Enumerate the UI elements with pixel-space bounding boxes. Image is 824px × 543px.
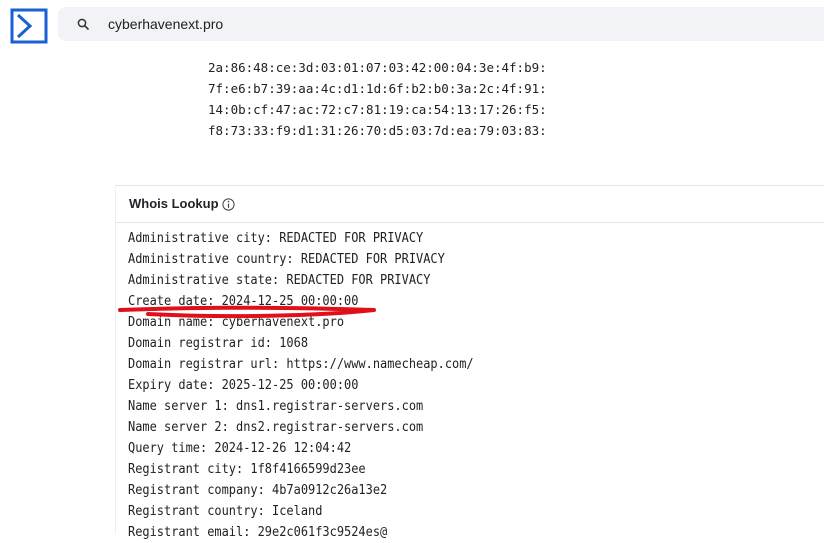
panel-divider — [115, 222, 824, 223]
whois-row: Administrative state: REDACTED FOR PRIVA… — [128, 273, 431, 288]
whois-row: Name server 1: dns1.registrar-servers.co… — [128, 399, 424, 414]
search-input[interactable]: cyberhavenext.pro — [108, 16, 223, 32]
whois-title: Whois Lookup — [129, 196, 219, 211]
whois-row: Create date: 2024-12-25 00:00:00 — [128, 294, 359, 309]
whois-row: Domain registrar url: https://www.namech… — [128, 357, 474, 372]
whois-row: Name server 2: dns2.registrar-servers.co… — [128, 420, 424, 435]
top-bar: cyberhavenext.pro — [0, 0, 824, 52]
whois-row: Registrant country: Iceland — [128, 504, 323, 519]
whois-row: Domain name: cyberhavenext.pro — [128, 315, 345, 330]
info-icon[interactable] — [222, 198, 235, 211]
panel-divider — [115, 185, 824, 186]
whois-row: Query time: 2024-12-26 12:04:42 — [128, 441, 352, 456]
search-bar[interactable]: cyberhavenext.pro — [58, 7, 824, 41]
cert-line: f8:73:33:f9:d1:31:26:70:d5:03:7d:ea:79:0… — [208, 123, 547, 138]
whois-row: Registrant city: 1f8f4166599d23ee — [128, 462, 366, 477]
whois-row: Registrant company: 4b7a0912c26a13e2 — [128, 483, 388, 498]
cert-line: 7f:e6:b7:39:aa:4c:d1:1d:6f:b2:b0:3a:2c:4… — [208, 81, 547, 96]
app-logo-icon[interactable] — [10, 8, 48, 44]
cert-line: 14:0b:cf:47:ac:72:c7:81:19:ca:54:13:17:2… — [208, 102, 547, 117]
whois-row: Administrative country: REDACTED FOR PRI… — [128, 252, 445, 267]
whois-row: Registrant email: 29e2c061f3c9524es@ — [128, 525, 388, 540]
search-icon — [77, 18, 90, 31]
whois-row: Expiry date: 2025-12-25 00:00:00 — [128, 378, 359, 393]
whois-row: Administrative city: REDACTED FOR PRIVAC… — [128, 231, 424, 246]
whois-list: Administrative city: REDACTED FOR PRIVAC… — [128, 228, 474, 543]
cert-line: 2a:86:48:ce:3d:03:01:07:03:42:00:04:3e:4… — [208, 60, 547, 75]
panel-border — [115, 185, 116, 534]
whois-row: Domain registrar id: 1068 — [128, 336, 309, 351]
